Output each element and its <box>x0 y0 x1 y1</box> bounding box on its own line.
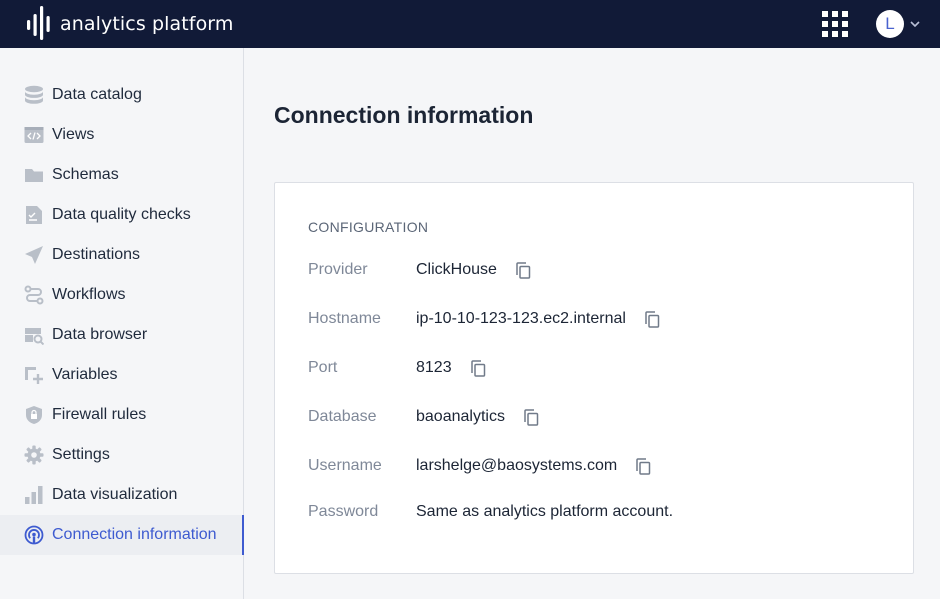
sidebar-item-label: Settings <box>52 446 110 463</box>
top-bar: analytics platform L <box>0 0 940 48</box>
field-key: Username <box>308 457 382 474</box>
sidebar-item-data-quality-checks[interactable]: Data quality checks <box>0 195 243 235</box>
field-key: Database <box>308 408 377 425</box>
sidebar-item-data-catalog[interactable]: Data catalog <box>0 75 243 115</box>
port-value: 8123 <box>416 359 452 376</box>
sidebar-item-settings[interactable]: Settings <box>0 435 243 475</box>
document-check-icon <box>24 205 44 225</box>
sidebar: Data catalog Views Schemas Data quality … <box>0 48 244 599</box>
logo-text: analytics platform <box>60 13 234 35</box>
copy-icon[interactable] <box>469 359 487 377</box>
provider-value: ClickHouse <box>416 261 497 278</box>
bar-chart-icon <box>24 485 44 505</box>
sidebar-item-connection-information[interactable]: Connection information <box>0 515 244 555</box>
sidebar-item-label: Variables <box>52 366 118 383</box>
sidebar-item-label: Schemas <box>52 166 119 183</box>
configuration-card: CONFIGURATION Provider ClickHouse Hostna… <box>274 182 914 574</box>
code-icon <box>24 125 44 145</box>
sidebar-item-data-browser[interactable]: Data browser <box>0 315 243 355</box>
field-key: Password <box>308 503 379 520</box>
field-key: Hostname <box>308 310 381 327</box>
sidebar-item-label: Views <box>52 126 95 143</box>
username-row: Username larshelge@baosystems.com <box>308 455 652 477</box>
database-row: Database baoanalytics <box>308 406 540 428</box>
folder-icon <box>24 165 44 185</box>
search-table-icon <box>24 325 44 345</box>
sidebar-item-firewall-rules[interactable]: Firewall rules <box>0 395 243 435</box>
add-variable-icon <box>24 365 44 385</box>
section-label: CONFIGURATION <box>308 219 429 235</box>
username-value: larshelge@baosystems.com <box>416 457 618 474</box>
shield-icon <box>24 405 44 425</box>
apps-grid-button[interactable] <box>822 11 848 37</box>
sidebar-item-schemas[interactable]: Schemas <box>0 155 243 195</box>
password-row: Password Same as analytics platform acco… <box>308 501 673 523</box>
copy-icon[interactable] <box>634 457 652 475</box>
sidebar-item-label: Workflows <box>52 286 126 303</box>
sidebar-item-label: Destinations <box>52 246 141 263</box>
hostname-row: Hostname ip-10-10-123-123.ec2.internal <box>308 308 661 330</box>
field-key: Provider <box>308 261 368 278</box>
gear-icon <box>24 445 44 465</box>
main-content: Connection information CONFIGURATION Pro… <box>244 48 940 599</box>
database-icon <box>24 85 44 105</box>
sidebar-item-label: Data catalog <box>52 86 142 103</box>
workflow-icon <box>24 285 44 305</box>
sidebar-item-label: Firewall rules <box>52 406 147 423</box>
copy-icon[interactable] <box>522 408 540 426</box>
broadcast-icon <box>24 525 44 545</box>
sidebar-item-destinations[interactable]: Destinations <box>0 235 243 275</box>
sidebar-item-variables[interactable]: Variables <box>0 355 243 395</box>
logo-bars-icon <box>27 6 50 40</box>
copy-icon[interactable] <box>643 310 661 328</box>
sidebar-item-workflows[interactable]: Workflows <box>0 275 243 315</box>
hostname-value: ip-10-10-123-123.ec2.internal <box>416 310 626 327</box>
send-icon <box>24 245 44 265</box>
field-key: Port <box>308 359 338 376</box>
grid-icon <box>822 11 848 37</box>
port-row: Port 8123 <box>308 357 487 379</box>
page-title: Connection information <box>274 102 534 128</box>
sidebar-item-data-visualization[interactable]: Data visualization <box>0 475 243 515</box>
provider-row: Provider ClickHouse <box>308 259 532 281</box>
user-menu-button[interactable]: L <box>876 10 920 38</box>
database-value: baoanalytics <box>416 408 505 425</box>
chevron-down-icon <box>910 21 920 27</box>
copy-icon[interactable] <box>514 261 532 279</box>
app-logo[interactable]: analytics platform <box>26 6 234 42</box>
sidebar-item-label: Connection information <box>52 526 217 543</box>
sidebar-item-label: Data quality checks <box>52 206 191 223</box>
sidebar-item-label: Data browser <box>52 326 148 343</box>
sidebar-item-views[interactable]: Views <box>0 115 243 155</box>
password-value: Same as analytics platform account. <box>416 503 674 520</box>
avatar: L <box>876 10 904 38</box>
sidebar-item-label: Data visualization <box>52 486 178 503</box>
